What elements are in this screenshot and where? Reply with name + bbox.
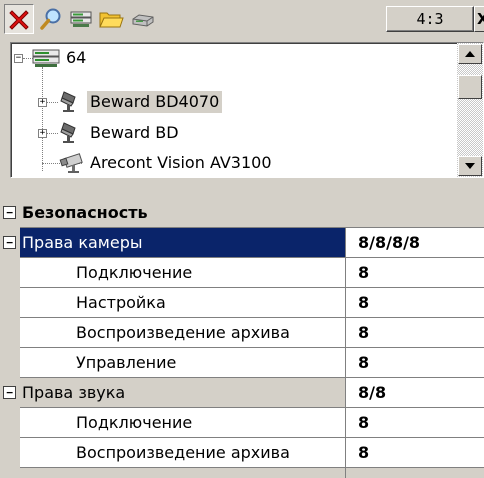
property-value[interactable]: 8 [358, 288, 369, 317]
box-camera-icon [59, 153, 83, 173]
property-row[interactable]: Подключение 8 [0, 408, 484, 437]
grid-line [20, 257, 484, 258]
delete-button[interactable] [4, 4, 34, 34]
device-button[interactable] [128, 4, 158, 34]
property-label: Настройка [76, 293, 166, 312]
grid-line [20, 407, 484, 408]
category-row-security[interactable]: − Безопасность [0, 198, 484, 227]
tree-node-label[interactable]: Beward BD [87, 122, 182, 144]
delete-icon [9, 10, 29, 30]
property-value[interactable]: 8 [358, 258, 369, 287]
property-label: Подключение [76, 413, 193, 432]
tree-connector [42, 67, 43, 171]
scroll-down-button[interactable] [458, 156, 482, 176]
property-row[interactable]: Подключение 8 [0, 258, 484, 287]
folder-icon [99, 12, 124, 28]
search-button[interactable] [36, 4, 66, 34]
property-name-cell [20, 348, 345, 377]
grid-line [20, 467, 484, 468]
property-row[interactable]: Настройка 8 [0, 288, 484, 317]
close-button[interactable]: X [474, 6, 484, 32]
property-label: Управление [76, 353, 177, 372]
property-value[interactable]: 8 [358, 318, 369, 347]
property-row-sound-rights[interactable]: − Права звука 8/8 [0, 378, 484, 407]
grid-line [20, 287, 484, 288]
property-row-camera-rights[interactable]: − Права камеры 8/8/8/8 [0, 228, 484, 257]
aspect-ratio-button[interactable]: 4:3 [386, 6, 474, 32]
grid-line [20, 227, 484, 228]
collapse-toggle[interactable]: − [3, 386, 16, 399]
tree-node-label[interactable]: Arecont Vision AV3100 [87, 152, 275, 174]
property-label: Права камеры [22, 233, 143, 252]
device-tree: − 64 + Beward BD4070 + Beward BD Arecont… [10, 42, 484, 178]
folder-button[interactable] [96, 4, 126, 34]
property-row[interactable]: Воспроизведение архива 8 [0, 318, 484, 347]
property-value[interactable]: 8 [358, 348, 369, 377]
collapse-toggle[interactable]: − [3, 236, 16, 249]
grid-line [20, 437, 484, 438]
collapse-toggle[interactable]: − [3, 206, 16, 219]
property-value[interactable]: 8 [358, 408, 369, 437]
property-row[interactable]: Воспроизведение архива 8 [0, 438, 484, 467]
grid-line [20, 317, 484, 318]
grid-line [20, 347, 484, 348]
property-grid: − Безопасность − Права камеры 8/8/8/8 По… [0, 198, 484, 478]
search-icon [40, 8, 61, 30]
grid-line [20, 377, 484, 378]
property-value[interactable]: 8/8/8/8 [358, 228, 420, 257]
property-label: Подключение [76, 263, 193, 282]
property-row[interactable]: Управление 8 [0, 348, 484, 377]
tree-node-label[interactable]: Beward BD4070 [87, 91, 223, 113]
arrow-up-icon [465, 51, 475, 57]
tree-scrollbar[interactable] [457, 43, 483, 177]
tree-expand-toggle[interactable]: + [38, 129, 47, 138]
tree-root-label[interactable]: 64 [63, 47, 89, 69]
camera-icon [60, 122, 76, 143]
property-value[interactable]: 8 [358, 438, 369, 467]
property-value[interactable]: 8/8 [358, 378, 386, 407]
server-icon [32, 49, 60, 67]
category-label: Безопасность [22, 203, 148, 222]
arrow-down-icon [465, 163, 475, 169]
device-icon [132, 14, 154, 27]
tree-collapse-toggle[interactable]: − [14, 54, 23, 63]
camera-icon [60, 91, 76, 112]
tree-expand-toggle[interactable]: + [38, 98, 47, 107]
scroll-thumb[interactable] [458, 75, 482, 99]
property-label: Воспроизведение архива [76, 443, 290, 462]
scroll-up-button[interactable] [458, 44, 482, 64]
server-icon [70, 11, 92, 27]
property-label: Воспроизведение архива [76, 323, 290, 342]
property-name-cell [20, 288, 345, 317]
toolbar: 4:3 X [0, 0, 484, 40]
property-label: Права звука [22, 383, 126, 402]
server-button[interactable] [66, 4, 96, 34]
grid-column-divider [345, 228, 346, 478]
